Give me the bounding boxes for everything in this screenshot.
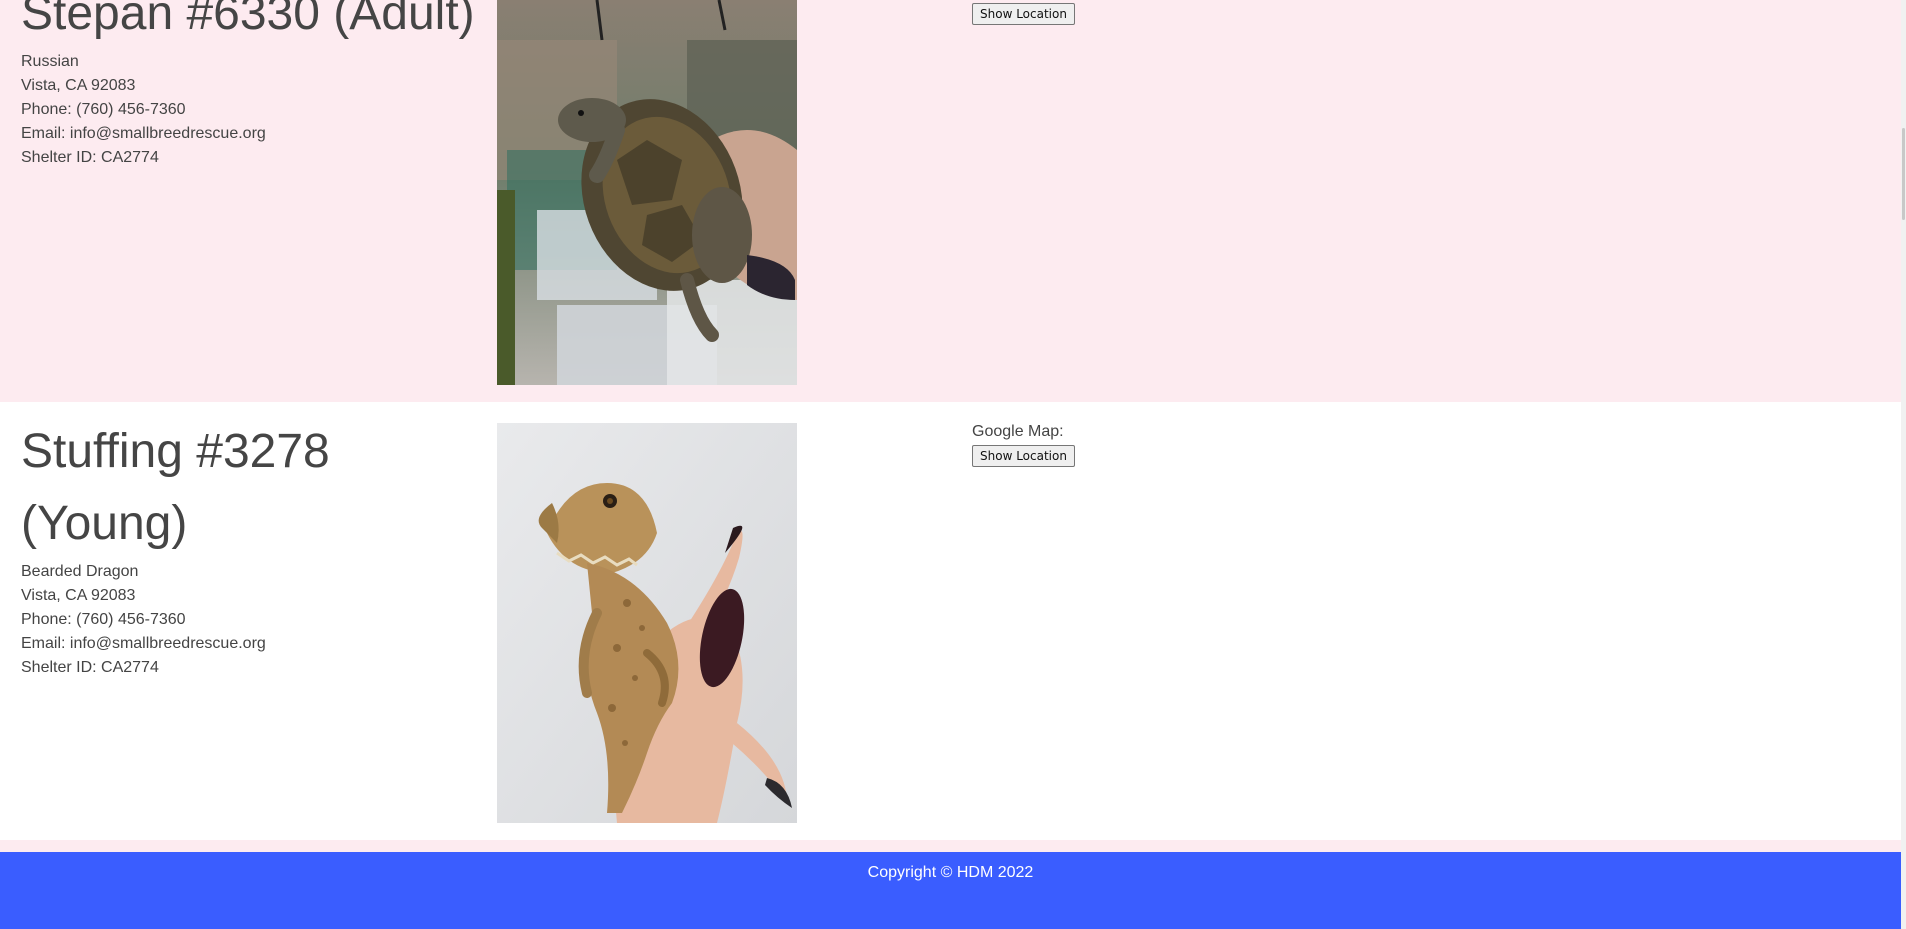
pet-name: Stepan #6330 (Adult): [21, 0, 475, 40]
pet-breed: Bearded Dragon: [21, 563, 139, 580]
listing-row-next: [0, 840, 1901, 852]
shelter-id: Shelter ID: CA2774: [21, 149, 159, 166]
bearded-dragon-photo: [497, 423, 797, 823]
pet-name-line2: (Young): [21, 497, 188, 550]
scrollbar[interactable]: [1901, 0, 1906, 929]
pet-location: Vista, CA 92083: [21, 77, 136, 94]
map-section: Show Location: [972, 3, 1075, 25]
listing-info: Stuffing #3278 (Young) Bearded Dragon Vi…: [21, 416, 330, 680]
google-map-label: Google Map:: [972, 423, 1064, 440]
show-location-button[interactable]: Show Location: [972, 445, 1075, 467]
shelter-email: Email: info@smallbreedrescue.org: [21, 125, 266, 142]
russian-tortoise-photo: [497, 0, 797, 385]
shelter-phone: Phone: (760) 456-7360: [21, 101, 186, 118]
pet-breed: Russian: [21, 53, 79, 70]
listing-info: Stepan #6330 (Adult) Russian Vista, CA 9…: [21, 0, 475, 170]
show-location-button[interactable]: Show Location: [972, 3, 1075, 25]
footer: Copyright © HDM 2022: [0, 852, 1901, 929]
map-section: Google Map: Show Location: [972, 422, 1075, 467]
copyright-text: Copyright © HDM 2022: [867, 864, 1034, 881]
listing-row-stepan: Stepan #6330 (Adult) Russian Vista, CA 9…: [0, 0, 1901, 402]
shelter-email: Email: info@smallbreedrescue.org: [21, 635, 266, 652]
pet-location: Vista, CA 92083: [21, 587, 136, 604]
listing-row-stuffing: Stuffing #3278 (Young) Bearded Dragon Vi…: [0, 402, 1901, 840]
scrollbar-thumb[interactable]: [1902, 128, 1905, 220]
shelter-id: Shelter ID: CA2774: [21, 659, 159, 676]
pet-name-line1: Stuffing #3278: [21, 425, 330, 478]
shelter-phone: Phone: (760) 456-7360: [21, 611, 186, 628]
